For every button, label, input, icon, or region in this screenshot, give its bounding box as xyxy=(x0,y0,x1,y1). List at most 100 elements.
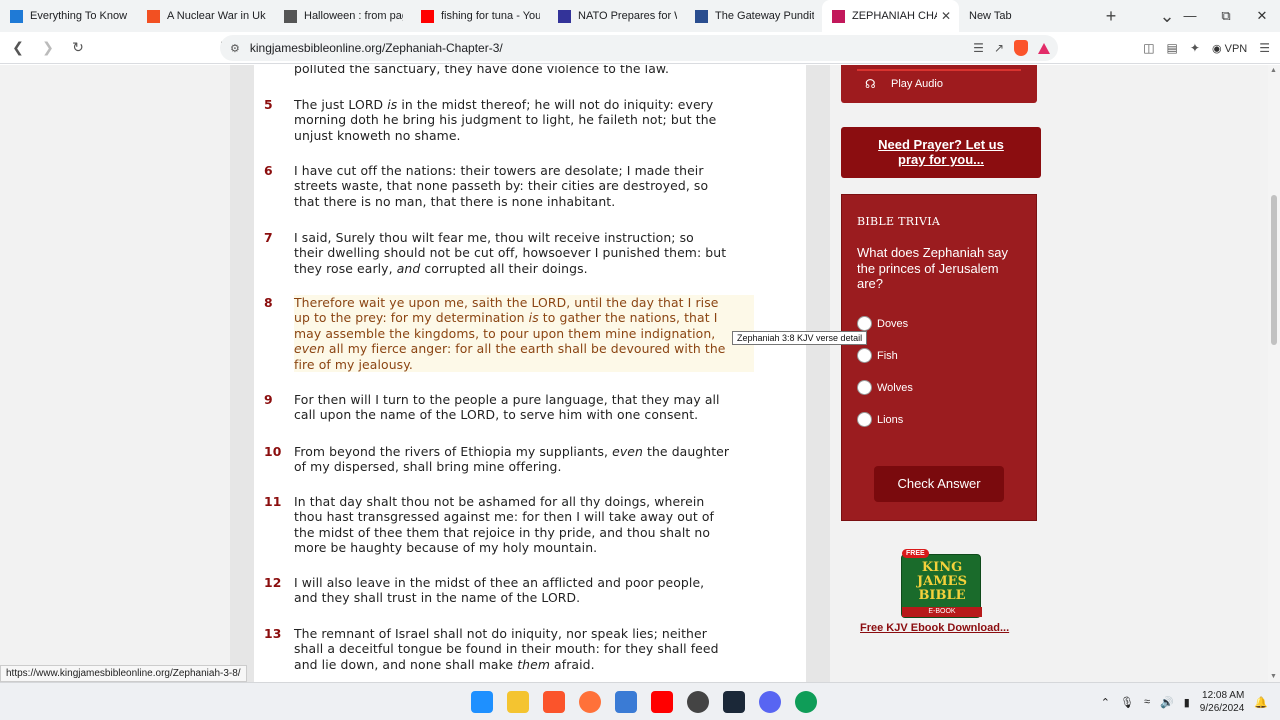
tab-favicon-icon xyxy=(832,9,845,23)
minimize-button[interactable]: — xyxy=(1172,0,1208,32)
tab-title: New Tab xyxy=(969,10,1012,22)
forward-icon[interactable]: ❯ xyxy=(36,39,60,56)
browser-tab[interactable]: ZEPHANIAH CHAI ✕ xyxy=(822,0,959,32)
verse-fragment: to gather the nations, that I xyxy=(538,310,718,326)
verse-fragment: them xyxy=(517,656,551,672)
verse-number[interactable]: 9 xyxy=(264,392,273,407)
verse-number[interactable]: 11 xyxy=(264,494,281,509)
verse[interactable]: 7 I said, Surely thou wilt fear me, thou … xyxy=(264,230,754,276)
scroll-up-icon[interactable]: ▲ xyxy=(1270,67,1277,74)
verse[interactable]: 9 For then will I turn to the people a pu… xyxy=(264,392,754,423)
browser-tab[interactable]: The Gateway Pundit xyxy=(685,0,822,32)
verse[interactable]: 13 The remnant of Israel shall not do ini… xyxy=(264,626,754,672)
youtube-icon[interactable] xyxy=(651,691,673,713)
verse-line: shall a deceitful tongue be found in the… xyxy=(294,641,754,656)
verse-number[interactable]: 7 xyxy=(264,230,273,245)
site-info-icon[interactable]: ⚙ xyxy=(230,42,240,55)
check-answer-button[interactable]: Check Answer xyxy=(874,466,1004,502)
vertical-scrollbar[interactable]: ▲ ▼ xyxy=(1268,65,1280,682)
verse[interactable]: 5 The just LORD is in the midst thereof; … xyxy=(264,97,754,143)
brave-rewards-icon[interactable] xyxy=(1038,42,1050,54)
trivia-option[interactable]: Fish xyxy=(857,348,898,363)
verse-number[interactable]: 13 xyxy=(264,626,281,641)
scrollbar-thumb[interactable] xyxy=(1271,195,1277,345)
firefox-icon[interactable] xyxy=(579,691,601,713)
store-icon[interactable] xyxy=(615,691,637,713)
verse-number[interactable]: 10 xyxy=(264,444,281,459)
verse-fragment: the daughter xyxy=(642,444,730,459)
browser-tab[interactable]: Everything To Know Ab xyxy=(0,0,137,32)
share-icon[interactable]: ↗ xyxy=(994,41,1004,55)
start-icon[interactable] xyxy=(471,691,493,713)
reload-icon[interactable]: ↻ xyxy=(66,39,90,56)
address-bar[interactable]: ⚙ kingjamesbibleonline.org/Zephaniah-Cha… xyxy=(220,35,1058,61)
verse-fragment: I said, Surely thou wilt fear me, thou w… xyxy=(294,230,694,245)
option-label: Fish xyxy=(877,349,898,362)
tab-title: fishing for tuna - YouT xyxy=(441,10,540,22)
chevron-up-icon[interactable]: ⌃ xyxy=(1101,696,1110,709)
restore-button[interactable]: ⧉ xyxy=(1208,0,1244,32)
new-tab-button[interactable]: + xyxy=(1096,6,1126,27)
browser-tab[interactable]: Halloween : from paga xyxy=(274,0,411,32)
tab-title: NATO Prepares for Wo xyxy=(578,10,677,22)
clock[interactable]: 12:08 AM 9/26/2024 xyxy=(1200,689,1245,715)
browser-tab[interactable]: fishing for tuna - YouT xyxy=(411,0,548,32)
close-tab-icon[interactable]: ✕ xyxy=(941,9,951,23)
volume-icon[interactable]: 🔊 xyxy=(1160,696,1174,709)
microphone-icon[interactable]: 🎙 xyxy=(1120,696,1134,709)
trivia-option[interactable]: Wolves xyxy=(857,380,913,395)
verse-number[interactable]: 5 xyxy=(264,97,273,112)
ebook-download-link[interactable]: Free KJV Ebook Download... xyxy=(860,622,1009,634)
kjv-ebook-image[interactable]: FREE KING JAMES BIBLE E-BOOK xyxy=(901,549,982,618)
verse-number[interactable]: 8 xyxy=(264,295,273,310)
browser-tab[interactable]: New Tab xyxy=(959,0,1096,32)
close-window-button[interactable]: ✕ xyxy=(1244,0,1280,32)
reader-mode-icon[interactable]: ☰ xyxy=(973,41,984,55)
verse-fragment: streets waste, that none passeth by: the… xyxy=(294,178,709,194)
verse-number[interactable]: 12 xyxy=(264,575,281,590)
browser-tab[interactable]: NATO Prepares for Wo xyxy=(548,0,685,32)
notification-icon[interactable]: 🔔 xyxy=(1254,696,1268,709)
verse[interactable]: 10 From beyond the rivers of Ethiopia my … xyxy=(264,444,754,475)
brave-shields-icon[interactable] xyxy=(1014,40,1028,56)
radio-button[interactable] xyxy=(857,316,872,331)
verse-fragment: unjust knoweth no shame. xyxy=(294,127,461,143)
verse-number[interactable]: 6 xyxy=(264,163,273,178)
obs-icon[interactable] xyxy=(687,691,709,713)
option-label: Lions xyxy=(877,413,904,426)
radio-button[interactable] xyxy=(857,412,872,427)
window-controls: — ⧉ ✕ xyxy=(1172,0,1280,32)
file-explorer-icon[interactable] xyxy=(507,691,529,713)
wallet-icon[interactable]: ▤ xyxy=(1167,41,1178,55)
sidebar-icon[interactable]: ◫ xyxy=(1143,41,1154,55)
verse[interactable]: 6 I have cut off the nations: their tower… xyxy=(264,163,754,209)
menu-icon[interactable]: ☰ xyxy=(1259,41,1270,55)
trivia-option[interactable]: Doves xyxy=(857,316,908,331)
web-page: polluted the sanctuary, they have done v… xyxy=(0,65,1268,682)
scroll-down-icon[interactable]: ▼ xyxy=(1270,673,1277,680)
browser-tab[interactable]: A Nuclear War in Ukrai xyxy=(137,0,274,32)
verse-line: up to the prey: for my determination is … xyxy=(294,310,754,325)
prayer-link[interactable]: Need Prayer? Let us pray for you... xyxy=(866,137,1016,167)
vpn-button[interactable]: ◉ VPN xyxy=(1212,42,1247,55)
verse[interactable]: 11 In that day shalt thou not be ashamed … xyxy=(264,494,754,556)
ebook-title-line: JAMES xyxy=(917,574,967,589)
verse-text: I have cut off the nations: their towers… xyxy=(294,163,754,209)
brave-browser-icon[interactable] xyxy=(543,691,565,713)
radio-button[interactable] xyxy=(857,348,872,363)
leo-ai-icon[interactable]: ✦ xyxy=(1190,41,1200,55)
verse[interactable]: 12 I will also leave in the midst of thee… xyxy=(264,575,754,606)
steam-icon[interactable] xyxy=(723,691,745,713)
verse-line: morning doth he bring his judgment to li… xyxy=(294,112,754,127)
battery-icon[interactable]: ▮ xyxy=(1184,696,1190,709)
verse[interactable]: 8 Therefore wait ye upon me, saith the LO… xyxy=(264,295,754,373)
wifi-icon[interactable]: ≈ xyxy=(1144,696,1150,708)
edge-icon[interactable] xyxy=(795,691,817,713)
trivia-option[interactable]: Lions xyxy=(857,412,903,427)
play-audio-box[interactable]: ☊ Play Audio xyxy=(841,65,1037,103)
verse-fragment: fire of my jealousy. xyxy=(294,356,413,372)
verse-fragment: Therefore wait ye upon me, saith the LOR… xyxy=(294,295,719,310)
back-icon[interactable]: ❮ xyxy=(6,39,30,56)
discord-icon[interactable] xyxy=(759,691,781,713)
radio-button[interactable] xyxy=(857,380,872,395)
